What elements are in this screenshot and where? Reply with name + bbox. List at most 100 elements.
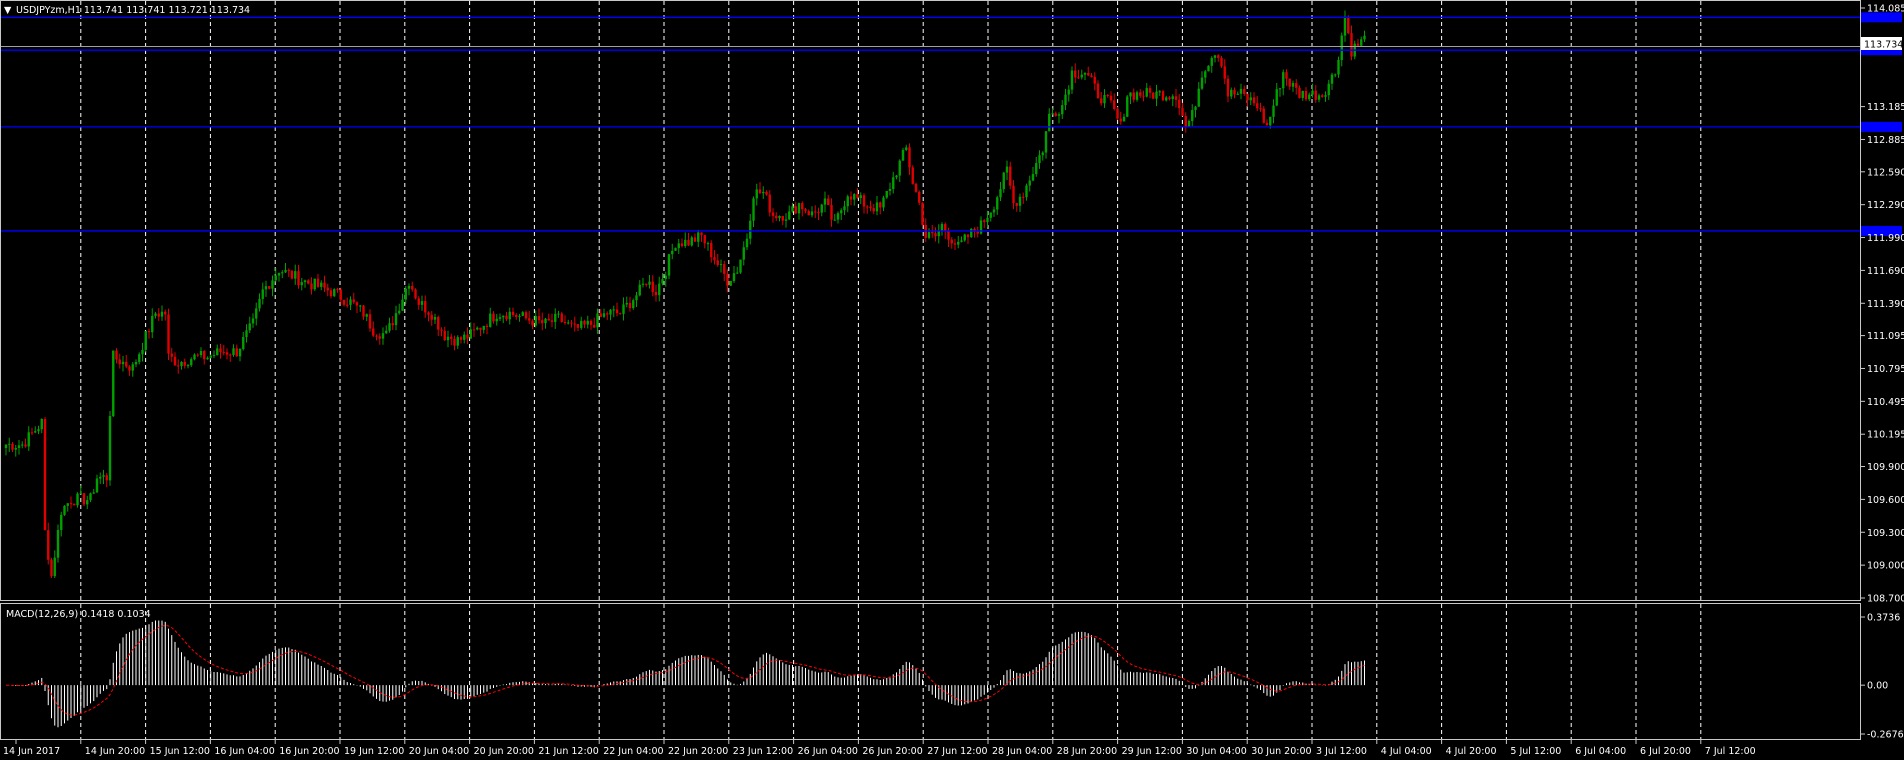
candle-body — [433, 316, 437, 320]
collapse-caret-icon[interactable]: ▼ — [4, 5, 12, 16]
candle-body — [781, 215, 784, 221]
candle-body — [511, 311, 515, 316]
candle-body — [1031, 174, 1035, 181]
candle-body — [1122, 116, 1126, 122]
time-label: 22 Jun 20:00 — [668, 746, 728, 757]
candle-body — [1012, 185, 1015, 204]
candle-body — [1194, 106, 1197, 111]
candle-body — [671, 250, 674, 255]
candle-body — [1217, 55, 1220, 58]
candle-body — [170, 353, 173, 357]
main-header: ▼ USDJPYzm,H1 113.741 113.741 113.721 11… — [4, 5, 250, 16]
candle-body — [1340, 35, 1343, 61]
candle-body — [1200, 77, 1204, 89]
candle-body — [469, 329, 472, 339]
candle-body — [502, 315, 505, 318]
candle-body — [736, 272, 739, 274]
candle-body — [934, 233, 937, 237]
candle-body — [424, 301, 427, 313]
candle-body — [388, 323, 391, 331]
candle-body — [966, 234, 970, 238]
candle-body — [648, 281, 651, 285]
candle-body — [1103, 94, 1106, 104]
macd-label: 0.3736 — [1867, 613, 1900, 624]
time-label: 30 Jun 20:00 — [1251, 746, 1311, 757]
candle-body — [1074, 70, 1077, 78]
candle-body — [277, 273, 281, 276]
candle-body — [121, 361, 125, 365]
candle-body — [134, 362, 138, 365]
candle-body — [1317, 95, 1321, 100]
price-label: 110.195 — [1867, 430, 1904, 441]
candle-body — [794, 206, 797, 214]
candle-body — [1171, 96, 1174, 99]
candle-body — [420, 301, 424, 305]
candle-body — [115, 350, 118, 360]
candle-body — [1298, 87, 1301, 98]
candle-body — [1041, 152, 1044, 156]
candle-body — [82, 493, 86, 505]
candle-body — [814, 211, 817, 213]
candle-body — [1106, 94, 1109, 96]
candle-body — [294, 271, 297, 279]
time-label: 21 Jun 12:00 — [538, 746, 598, 757]
candle-body — [791, 206, 794, 212]
candle-body — [1330, 74, 1334, 84]
candle-body — [1126, 96, 1129, 117]
candle-body — [489, 313, 492, 327]
candle-body — [290, 270, 294, 279]
candle-body — [563, 321, 567, 324]
candle-body — [1129, 92, 1132, 97]
candle-body — [297, 271, 300, 286]
candle-body — [34, 431, 37, 433]
candle-body — [1113, 100, 1116, 109]
candle-body — [1197, 88, 1200, 107]
time-label: 14 Jun 20:00 — [85, 746, 145, 757]
candle-body — [76, 493, 79, 506]
time-label: 26 Jun 04:00 — [798, 746, 858, 757]
time-label: 19 Jun 12:00 — [344, 746, 404, 757]
candle-body — [619, 313, 622, 315]
candle-body — [599, 313, 602, 317]
candle-body — [908, 147, 911, 168]
candle-body — [999, 189, 1002, 198]
chart-background — [0, 0, 1904, 760]
candle-body — [784, 219, 788, 221]
candle-body — [856, 194, 859, 199]
price-label: 113.185 — [1867, 102, 1904, 113]
price-label: 109.300 — [1867, 528, 1904, 539]
chart-window[interactable]: ▼ USDJPYzm,H1 113.741 113.741 113.721 11… — [0, 0, 1904, 760]
candle-body — [1265, 122, 1269, 126]
candle-body — [401, 299, 404, 311]
macd-label: -0.2676 — [1867, 730, 1904, 741]
candle-body — [593, 324, 596, 328]
candle-body — [576, 324, 580, 328]
candle-body — [810, 211, 814, 216]
candle-body — [645, 283, 648, 285]
price-label: 111.390 — [1867, 299, 1904, 310]
candle-body — [888, 188, 892, 191]
candle-body — [693, 237, 697, 242]
candle-body — [232, 348, 235, 355]
candle-body — [1152, 92, 1155, 99]
candle-body — [1334, 74, 1337, 76]
candle-body — [1220, 57, 1223, 67]
candle-body — [628, 302, 632, 309]
candle-body — [385, 330, 388, 334]
candle-body — [1262, 108, 1265, 123]
candle-body — [622, 304, 625, 314]
candle-body — [927, 232, 931, 238]
candle-body — [684, 239, 687, 247]
candle-body — [944, 224, 947, 232]
candle-body — [378, 336, 381, 339]
candle-body — [963, 234, 966, 241]
candle-body — [56, 530, 60, 558]
candle-body — [1363, 35, 1366, 40]
candle-body — [27, 432, 30, 447]
candle-body — [560, 313, 563, 322]
horizontal-line-label — [1861, 121, 1902, 132]
time-label: 16 Jun 04:00 — [214, 746, 274, 757]
candle-body — [443, 330, 446, 341]
candle-body — [661, 279, 664, 284]
candle-body — [537, 316, 541, 321]
